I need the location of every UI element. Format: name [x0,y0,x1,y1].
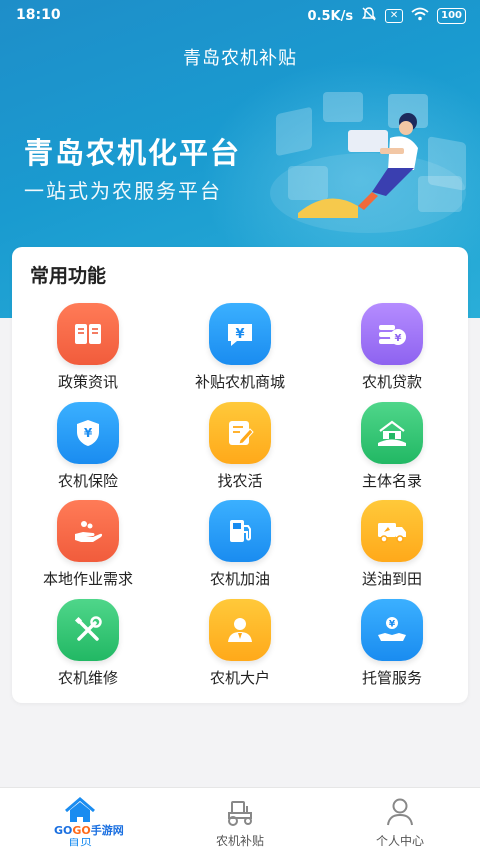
function-label: 农机保险 [57,471,118,490]
fuel-pump-icon [209,500,271,562]
svg-text:¥: ¥ [395,333,402,344]
function-repair[interactable]: 农机维修 [12,598,164,698]
person-icon [209,598,271,661]
nav-label: 农机补贴 [215,834,264,848]
function-label: 政策资讯 [57,373,118,391]
function-label: 本地作业需求 [42,570,133,588]
function-label: 托管服务 [361,668,422,687]
function-find-farm-work[interactable]: 找农活 [164,401,316,501]
notepad-icon [209,401,271,464]
nav-label: 个人中心 [375,834,424,848]
function-loans[interactable]: ¥ 农机贷款 [316,303,468,402]
svg-text:¥: ¥ [389,619,396,629]
hand-coin-icon: ¥ [361,598,423,661]
svg-text:¥: ¥ [235,327,244,342]
function-label: 农机大户 [209,668,270,687]
mute-icon [361,6,377,26]
coins-icon: ¥ [361,303,423,365]
function-fuel-delivery[interactable]: 送油到田 [316,500,468,599]
user-icon [387,798,413,826]
function-subsidy-mall[interactable]: ¥ 补贴农机商城 [164,303,316,402]
status-time: 18:10 [16,7,61,23]
banner-subtitle: 一站式为农服务平台 [24,179,222,203]
yuan-chat-icon: ¥ [209,303,271,365]
shield-yuan-icon: ¥ [57,401,119,464]
truck-icon [361,500,423,562]
sim-off-icon: ✕ [385,9,404,23]
bottom-nav: 首页 GOGO手游网 农机补贴 个人中心 [0,787,480,853]
svg-text:¥: ¥ [84,426,93,440]
tractor-icon [228,801,252,826]
wrench-screwdriver-icon [57,598,119,661]
functions-title: 常用功能 [30,265,107,287]
functions-grid: 政策资讯 ¥ 补贴农机商城 ¥ 农机贷款 ¥ 农机保险 找农活 主体名录 本地作… [12,303,468,697]
banner-title: 青岛农机化平台 [24,136,242,170]
function-policy-news[interactable]: 政策资讯 [12,303,164,402]
function-label: 农机贷款 [361,373,422,391]
function-label: 送油到田 [361,570,422,588]
battery-indicator: 100 [437,8,466,24]
status-right: 0.5K/s ✕ 100 [308,6,466,26]
function-large-farmers[interactable]: 农机大户 [164,598,316,698]
page-title: 青岛农机补贴 [183,48,297,69]
watermark-logo: GOGO手游网 [52,822,126,838]
hand-icon [57,500,119,562]
status-bar: 18:10 0.5K/s ✕ 100 [0,0,480,30]
function-custody-service[interactable]: ¥ 托管服务 [316,598,468,698]
function-local-work-demand[interactable]: 本地作业需求 [12,500,164,599]
farmhouse-icon [361,401,423,464]
function-entity-directory[interactable]: 主体名录 [316,401,468,501]
nav-subsidy[interactable]: 农机补贴 [160,788,320,853]
function-label: 农机加油 [209,570,270,588]
function-label: 农机维修 [57,668,118,687]
function-insurance[interactable]: ¥ 农机保险 [12,401,164,501]
book-icon [57,303,119,365]
function-label: 找农活 [217,471,263,490]
network-speed: 0.5K/s [307,8,354,24]
banner-illustration [270,92,466,233]
function-fuel[interactable]: 农机加油 [164,500,316,599]
nav-home[interactable]: 首页 GOGO手游网 [0,788,160,853]
function-label: 补贴农机商城 [194,373,285,391]
nav-profile[interactable]: 个人中心 [320,788,480,853]
functions-card: 常用功能 政策资讯 ¥ 补贴农机商城 ¥ 农机贷款 ¥ 农机保险 找农活 主体名… [12,247,468,703]
wifi-icon [411,7,429,25]
function-label: 主体名录 [361,471,422,490]
